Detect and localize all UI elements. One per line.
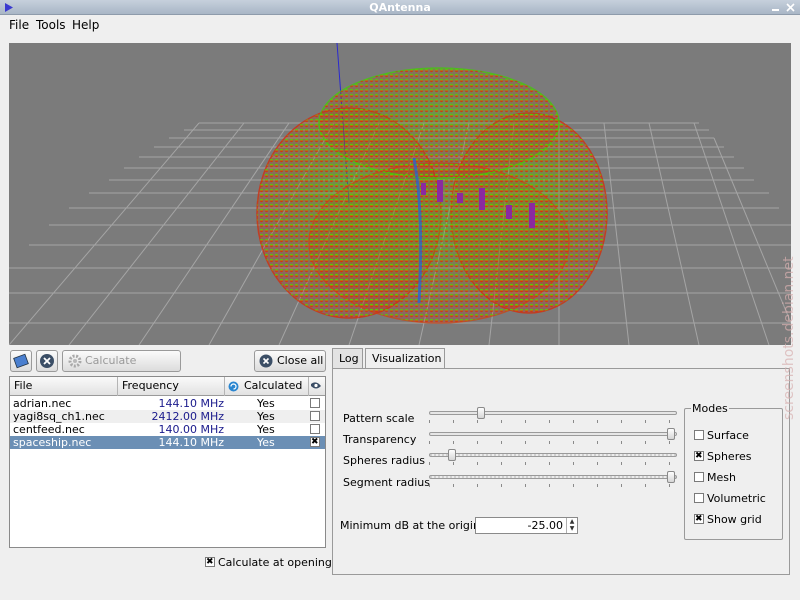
open-file-button[interactable]	[10, 350, 32, 372]
calculated-value: Yes	[257, 410, 275, 423]
mode-surface[interactable]: Surface	[694, 429, 749, 442]
mode-spheres[interactable]: Spheres	[694, 450, 751, 463]
close-window-icon[interactable]	[785, 2, 796, 13]
header-calculated-label: Calculated	[244, 379, 303, 392]
gear-icon	[68, 354, 82, 368]
calculate-patterns-button[interactable]: Calculate patterns	[62, 350, 181, 387]
file-name: adrian.nec	[13, 397, 72, 410]
volumetric-checkbox[interactable]	[694, 493, 704, 503]
mode-show-grid[interactable]: Show grid	[694, 513, 762, 526]
transparency-slider[interactable]	[429, 428, 677, 444]
header-calculated[interactable]: Calculated	[225, 377, 309, 396]
spheres-radius-label: Spheres radius	[343, 454, 425, 467]
spheres-radius-slider[interactable]	[429, 449, 677, 465]
slider-handle[interactable]	[477, 407, 485, 419]
slider-handle[interactable]	[448, 449, 456, 461]
min-db-value: -25.00	[527, 519, 563, 532]
header-frequency[interactable]: Frequency	[118, 377, 225, 396]
open-file-icon	[13, 353, 29, 369]
menu-file[interactable]: File	[7, 17, 31, 33]
mode-mesh[interactable]: Mesh	[694, 471, 736, 484]
tab-log[interactable]: Log	[332, 348, 363, 368]
header-file[interactable]: File	[10, 377, 118, 396]
mesh-checkbox[interactable]	[694, 472, 704, 482]
pattern-scale-label: Pattern scale	[343, 412, 415, 425]
frequency-value: 2412.00 MHz	[151, 410, 224, 423]
mode-label: Mesh	[707, 471, 736, 484]
table-row[interactable]: yagi8sq_ch1.nec 2412.00 MHz Yes	[10, 410, 325, 423]
table-row[interactable]: centfeed.nec 140.00 MHz Yes	[10, 423, 325, 436]
table-header: File Frequency Calculated	[10, 377, 325, 396]
mode-label: Show grid	[707, 513, 762, 526]
file-name: spaceship.nec	[13, 436, 92, 449]
file-name: centfeed.nec	[13, 423, 85, 436]
frequency-value: 144.10 MHz	[158, 397, 224, 410]
close-circle-icon	[259, 354, 273, 368]
pattern-scale-slider[interactable]	[429, 407, 677, 423]
segment-radius-slider[interactable]	[429, 471, 677, 487]
mode-label: Volumetric	[707, 492, 766, 505]
calculate-at-opening-checkbox[interactable]	[205, 556, 215, 568]
file-name: yagi8sq_ch1.nec	[13, 410, 105, 423]
calculate-at-opening[interactable]: Calculate at opening	[205, 556, 332, 569]
spin-arrows[interactable]: ▲ ▼	[566, 518, 577, 533]
visible-checkbox[interactable]	[310, 436, 320, 448]
title-bar: QAntenna	[0, 0, 800, 15]
close-all-button[interactable]: Close all	[254, 350, 326, 372]
segment-radius-label: Segment radius	[343, 476, 431, 489]
surface-checkbox[interactable]	[694, 430, 704, 440]
watermark: screenshots.debian.net	[781, 256, 797, 420]
minimize-icon[interactable]	[770, 2, 781, 13]
visible-checkbox[interactable]	[310, 424, 320, 434]
tab-visualization[interactable]: Visualization	[365, 348, 445, 369]
window-title: QAntenna	[369, 1, 431, 14]
menu-bar: File Tools Help	[0, 15, 800, 35]
eye-icon	[311, 382, 321, 389]
close-all-label: Close all	[277, 354, 324, 367]
close-file-button[interactable]	[36, 350, 58, 372]
header-visible[interactable]	[309, 377, 325, 396]
min-db-label: Minimum dB at the origin	[340, 519, 480, 532]
min-db-spinbox[interactable]: -25.00 ▲ ▼	[475, 517, 578, 534]
show-grid-checkbox[interactable]	[694, 513, 704, 525]
mode-label: Spheres	[707, 450, 752, 463]
frequency-value: 144.10 MHz	[158, 436, 224, 449]
spin-up-icon[interactable]: ▲	[567, 518, 577, 525]
calculate-at-opening-label: Calculate at opening	[218, 556, 332, 569]
modes-title: Modes	[691, 402, 729, 415]
menu-tools[interactable]: Tools	[34, 17, 68, 33]
calculated-value: Yes	[257, 397, 275, 410]
calculated-value: Yes	[257, 436, 275, 449]
table-row[interactable]: adrian.nec 144.10 MHz Yes	[10, 397, 325, 410]
refresh-icon	[228, 381, 239, 392]
visible-checkbox[interactable]	[310, 411, 320, 421]
slider-handle[interactable]	[667, 471, 675, 483]
pattern-lobes	[256, 67, 608, 324]
main-window: QAntenna File Tools Help Calculate Close…	[0, 0, 800, 600]
slider-handle[interactable]	[667, 428, 675, 440]
visible-checkbox[interactable]	[310, 398, 320, 408]
transparency-label: Transparency	[343, 433, 417, 446]
3d-viewport[interactable]	[9, 43, 791, 345]
calculated-value: Yes	[257, 423, 275, 436]
mode-label: Surface	[707, 429, 749, 442]
svg-text:screenshots.debian.net: screenshots.debian.net	[781, 256, 797, 420]
mode-volumetric[interactable]: Volumetric	[694, 492, 766, 505]
modes-group: Modes Surface Spheres Mesh Volumetric Sh…	[684, 402, 783, 540]
table-row-selected[interactable]: spaceship.nec 144.10 MHz Yes	[10, 436, 325, 449]
menu-help[interactable]: Help	[70, 17, 101, 33]
radiation-pattern-render	[9, 43, 791, 345]
spheres-checkbox[interactable]	[694, 450, 704, 462]
frequency-value: 140.00 MHz	[158, 423, 224, 436]
close-circle-icon	[40, 354, 54, 368]
spin-down-icon[interactable]: ▼	[567, 525, 577, 532]
files-table: File Frequency Calculated adrian.nec 144…	[9, 376, 326, 548]
